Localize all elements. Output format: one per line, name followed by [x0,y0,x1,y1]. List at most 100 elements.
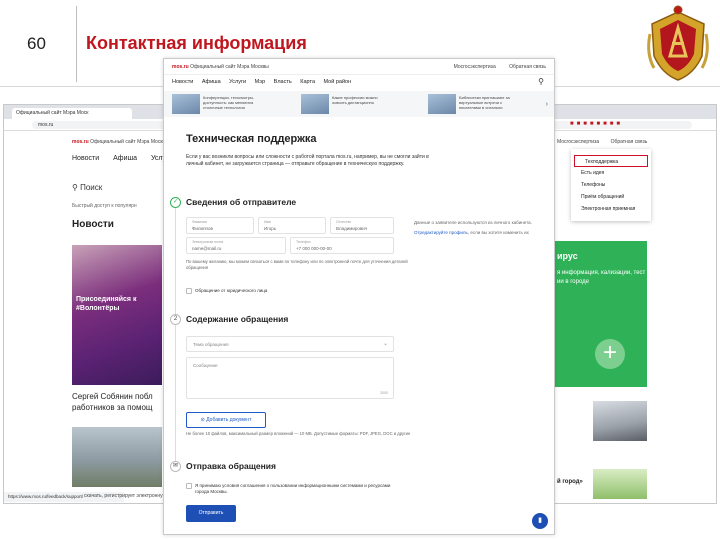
bg-top-links: Мосгосэкспертиза Обратная связь [557,139,657,145]
envelope-icon: ✉ [170,461,181,472]
step2-title: Содержание обращения [186,314,289,324]
bg-link-mosgos[interactable]: Мосгосэкспертиза [557,139,599,145]
profile-note-rest: , если вы хотите изменить их [467,230,529,235]
lastname-value: Филиппов [192,226,213,231]
support-page-screenshot: mos.ru Официальный сайт Мэра Москвы Мосг… [163,58,555,535]
add-document-button[interactable]: ⊘ Добавить документ [186,412,266,428]
link-mosgosexpertiza[interactable]: Мосгосэкспертиза [454,64,496,70]
bg-bottom-link[interactable]: скачать, регистрирует электронную [84,493,166,499]
link-feedback[interactable]: Обратная связь [509,64,546,70]
subject-select[interactable]: Тема обращения ⌄ [186,336,394,352]
nav-news[interactable]: Новости [172,79,193,85]
step3-title: Отправка обращения [186,461,276,471]
bg-banner-text: я информация, кализации, тест ии в город… [557,270,646,285]
bg-search-label: Поиск [80,183,103,192]
card-thumbnail [301,94,329,114]
nav-government[interactable]: Власть [274,79,292,85]
nav-my-district[interactable]: Мой район [324,79,352,85]
bg-news-caption[interactable]: Сергей Собянин побл работников за помощ [72,391,164,413]
nav-afisha[interactable]: Афиша [202,79,221,85]
extension-icons[interactable]: ■■■■■■■■ [570,121,623,127]
logo-mark: mos.ru [172,64,189,70]
card-text: Какие профессии можно освоить дистанцион… [332,95,378,105]
dropdown-item-appeals[interactable]: Приём обращений [571,191,651,203]
step1-title: Сведения об отправителе [186,197,297,207]
agree-checkbox[interactable] [186,483,192,489]
bg-green-photo[interactable] [593,469,647,499]
feedback-dropdown-menu: Техподдержка Есть идея Телефоны Приём об… [571,149,651,221]
bg-search[interactable]: ⚲ Поиск [72,183,102,192]
bg-nav-news[interactable]: Новости [72,155,99,162]
message-placeholder: Сообщение [193,363,218,368]
page-title: Техническая поддержка [186,133,317,145]
slide-number: 60 [27,34,46,53]
promo-cards: Конференции, техосмотры, доступность: ка… [164,91,554,117]
submit-button[interactable]: Отправить [186,505,236,522]
top-links: Мосгосэкспертиза Обратная связь [442,64,546,70]
chat-icon[interactable]: ▮ [532,513,548,529]
dropdown-item-idea[interactable]: Есть идея [571,167,651,179]
check-circle-icon: ✓ [170,197,181,208]
step-connector [175,202,176,470]
phone-field[interactable]: Телефон +7 000 000-00-00 [290,237,394,254]
bg-quick-access: Быстрый доступ к популярн [72,203,137,209]
card-text: Конференции, техосмотры, доступность: ка… [203,95,254,110]
patronymic-field[interactable]: Отчество Владимирович [330,217,394,234]
email-field[interactable]: Электронная почта name@mail.ru [186,237,286,254]
attach-note: Не более 10 файлов, максимальный размер … [186,431,411,436]
logo-subtitle: Официальный сайт Мэра Москвы [190,64,269,70]
chevron-right-icon[interactable]: › [546,101,548,108]
bg-laptop-photo[interactable] [593,401,647,441]
char-counter: 2000 [380,391,388,395]
add-document-label: Добавить документ [206,417,252,423]
profile-note: Данные о заявителе используются из лично… [414,220,534,236]
agree-label: Я принимаю условия соглашения о пользова… [195,483,391,494]
patronymic-value: Владимирович [336,226,368,231]
firstname-value: Игорь [264,226,277,231]
edit-profile-link[interactable]: Отредактируйте профиль [414,230,468,235]
step-2-icon: 2 [170,314,181,325]
search-icon: ⚲ [72,183,81,192]
profile-note-text: Данные о заявителе используются из лично… [414,220,532,225]
bg-virus-banner[interactable]: ирус я информация, кализации, тест ии в … [553,241,647,387]
bg-photo-text: Присоединяйся к #Волонтёры [76,296,137,312]
bg-nav-afisha[interactable]: Афиша [113,155,137,162]
legal-entity-label: Обращение от юридического лица [195,288,268,293]
header-divider [76,6,77,82]
dropdown-item-e-reception[interactable]: Электронная приемная [571,203,651,215]
main-nav: Новости Афиша Услуги Мэр Власть Карта Мо… [172,79,358,85]
slide-title: Контактная информация [86,33,307,53]
firstname-label: Имя [264,220,271,224]
dropdown-item-support[interactable]: Техподдержка [574,155,648,167]
bg-logo-mark: mos.ru [72,139,89,145]
site-logo[interactable]: mos.ru Официальный сайт Мэра Москвы [172,64,269,70]
bg-gorod-text: й город» [557,479,583,485]
site-top-bar: mos.ru Официальный сайт Мэра Москвы Мосг… [164,59,554,75]
plus-icon: + [595,339,625,369]
dropdown-item-phones[interactable]: Телефоны [571,179,651,191]
bg-banner-title: ирус [557,251,578,261]
search-icon[interactable]: ⚲ [536,77,546,87]
chevron-down-icon: ⌄ [382,341,388,347]
nav-map[interactable]: Карта [300,79,315,85]
nav-mayor[interactable]: Мэр [255,79,266,85]
patronymic-label: Отчество [336,220,352,224]
contact-note: По вашему желанию, мы можем связаться с … [186,259,408,270]
browser-tab[interactable]: Официальный сайт Мэра Моск [12,108,132,119]
email-label: Электронная почта [192,240,224,244]
bg-site-logo[interactable]: mos.ru Официальный сайт Мэра Москв [72,139,165,145]
phone-value: +7 000 000-00-00 [296,246,332,251]
bg-news-photo[interactable] [72,245,162,385]
card-thumbnail [172,94,200,114]
lastname-field[interactable]: Фамилия Филиппов [186,217,254,234]
message-textarea[interactable]: Сообщение 2000 [186,357,394,399]
lastname-label: Фамилия [192,220,207,224]
legal-entity-checkbox[interactable] [186,288,192,294]
nav-services[interactable]: Услуги [229,79,246,85]
subject-placeholder: Тема обращения [193,342,229,347]
firstname-field[interactable]: Имя Игорь [258,217,326,234]
bg-link-feedback[interactable]: Обратная связь [611,139,648,145]
bg-news-photo-2[interactable] [72,427,162,487]
bg-news-heading: Новости [72,219,114,230]
card-text: Библиотеки приглашают за виртуальные вст… [459,95,510,110]
